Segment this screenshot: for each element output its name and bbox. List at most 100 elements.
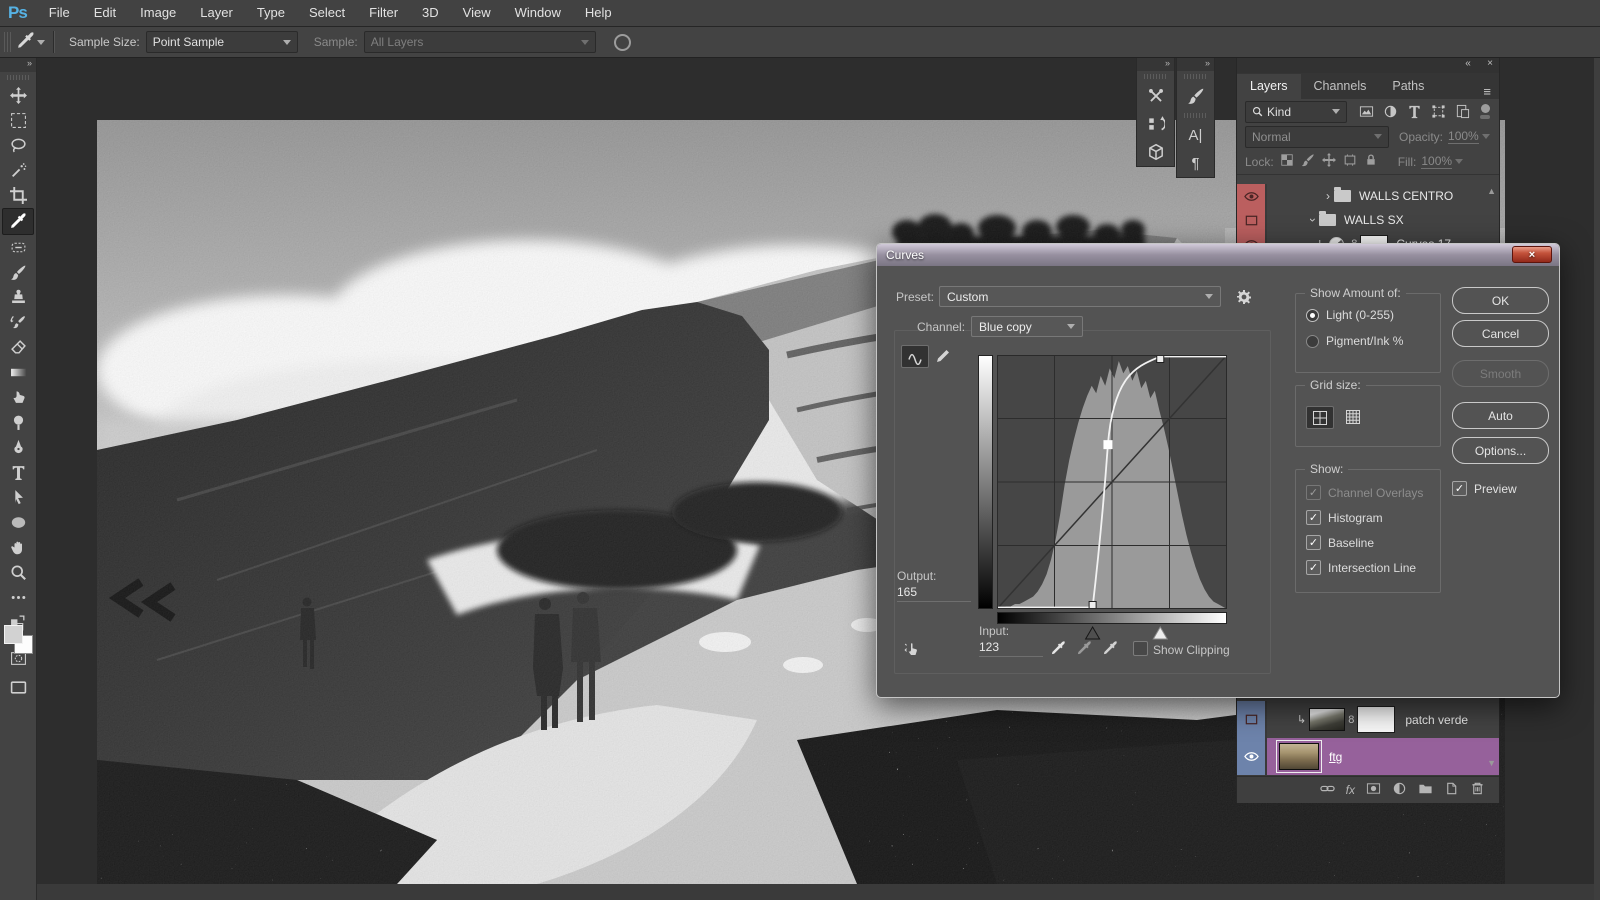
menu-item-select[interactable]: Select [297, 0, 357, 26]
layer-visibility-toggle[interactable] [1237, 208, 1267, 232]
grid-fine-button[interactable] [1340, 406, 1366, 427]
brush-settings-icon[interactable] [1177, 82, 1214, 110]
output-value[interactable]: 165 [897, 585, 971, 602]
eyedropper-icon[interactable] [17, 32, 37, 52]
preview-checkbox[interactable]: ✓ [1452, 481, 1467, 496]
paragraph-panel-icon[interactable]: ¶ [1177, 149, 1214, 177]
menu-item-file[interactable]: File [37, 0, 82, 26]
brush-tool[interactable] [3, 260, 33, 285]
layer-thumbnail[interactable] [1309, 708, 1345, 731]
smartobject-filter-icon[interactable] [1451, 102, 1474, 121]
move-tool[interactable] [3, 83, 33, 108]
type-tool[interactable] [3, 460, 33, 485]
show-clipping-checkbox[interactable] [1133, 641, 1148, 656]
input-value[interactable]: 123 [979, 640, 1043, 657]
curves-graph[interactable] [997, 355, 1227, 609]
checkbox-intersection-line[interactable]: ✓ [1306, 560, 1321, 575]
checkbox-histogram[interactable]: ✓ [1306, 510, 1321, 525]
collapse-panel-icon[interactable]: « [1465, 58, 1473, 69]
layer-visibility-toggle[interactable] [1237, 738, 1267, 775]
channel-select[interactable]: Blue copy [971, 316, 1083, 337]
layer-row-ftg[interactable]: ftg [1237, 738, 1499, 776]
radio-pigment/ink[interactable] [1306, 335, 1319, 348]
layer-name[interactable]: WALLS CENTRO [1359, 189, 1453, 203]
pixel-filter-icon[interactable] [1355, 102, 1378, 121]
tool-presets-icon[interactable] [1137, 82, 1174, 110]
layer-visibility-toggle[interactable] [1237, 184, 1267, 208]
sampling-ring-icon[interactable] [614, 34, 631, 51]
close-dialog-button[interactable]: × [1512, 246, 1552, 263]
filter-toggle-icon[interactable] [1479, 104, 1491, 119]
new-group-icon[interactable] [1418, 781, 1433, 799]
layer-row-walls-sx[interactable]: ›WALLS SX [1237, 208, 1499, 233]
spot-healing-brush-tool[interactable] [3, 235, 33, 260]
menu-item-image[interactable]: Image [128, 0, 188, 26]
sample-size-select[interactable]: Point Sample [146, 31, 298, 53]
history-icon[interactable] [1137, 110, 1174, 138]
checkbox-baseline[interactable]: ✓ [1306, 535, 1321, 550]
lock-paint-icon[interactable] [1301, 153, 1315, 170]
layer-name[interactable]: ftg [1329, 750, 1342, 764]
menu-item-view[interactable]: View [451, 0, 503, 26]
clone-stamp-tool[interactable] [3, 285, 33, 310]
lock-position-icon[interactable] [1322, 153, 1336, 170]
grid-coarse-button[interactable] [1306, 406, 1334, 429]
eraser-tool[interactable] [3, 335, 33, 360]
blend-mode-select[interactable]: Normal [1245, 126, 1389, 148]
menu-item-help[interactable]: Help [573, 0, 624, 26]
targeted-adjustment-icon[interactable] [899, 638, 925, 659]
black-point-eyedropper-icon[interactable] [1047, 638, 1069, 658]
gradient-tool[interactable] [3, 360, 33, 385]
fill-value[interactable]: 100% [1421, 154, 1452, 169]
more-tools[interactable] [3, 585, 33, 610]
lock-artboard-icon[interactable] [1343, 153, 1357, 170]
screen-mode-icon[interactable] [3, 675, 33, 700]
type-filter-icon[interactable] [1403, 102, 1426, 121]
scroll-down-icon[interactable]: ▼ [1487, 758, 1496, 768]
menu-item-filter[interactable]: Filter [357, 0, 410, 26]
mask-link-icon[interactable]: 8 [1348, 714, 1354, 726]
tab-channels[interactable]: Channels [1301, 74, 1380, 99]
character-panel-icon[interactable]: A| [1177, 121, 1214, 149]
smooth-button[interactable]: Smooth [1452, 360, 1549, 387]
link-icon[interactable] [1320, 781, 1335, 799]
fx-icon[interactable]: fx [1346, 783, 1355, 797]
gray-point-eyedropper-icon[interactable] [1073, 638, 1095, 658]
smudge-tool[interactable] [3, 385, 33, 410]
layer-row-patch-verde[interactable]: ↳8patch verde [1237, 701, 1499, 739]
foreground-color-swatch[interactable] [4, 625, 23, 644]
lock-all-icon[interactable] [1364, 153, 1378, 170]
cancel-button[interactable]: Cancel [1452, 320, 1549, 347]
add-mask-icon[interactable] [1366, 781, 1381, 799]
panel-menu-icon[interactable]: ≡ [1475, 84, 1499, 99]
hand-tool[interactable] [3, 535, 33, 560]
checkbox-channel-overlays[interactable]: ✓ [1306, 485, 1321, 500]
panel-expand[interactable]: » [1177, 58, 1214, 71]
history-brush-tool[interactable] [3, 310, 33, 335]
tool-preset-caret-icon[interactable] [37, 40, 45, 49]
tab-layers[interactable]: Layers [1237, 74, 1301, 99]
chevron-down-icon[interactable]: › [1306, 218, 1320, 222]
layer-visibility-toggle[interactable] [1237, 701, 1267, 738]
layer-mask-thumbnail[interactable] [1357, 706, 1395, 733]
ok-button[interactable]: OK [1452, 287, 1549, 314]
highlight-input-slider[interactable] [1153, 627, 1167, 639]
pen-tool[interactable] [3, 435, 33, 460]
white-point-eyedropper-icon[interactable] [1099, 638, 1121, 658]
menu-item-edit[interactable]: Edit [82, 0, 128, 26]
dialog-titlebar[interactable]: Curves × [877, 244, 1559, 266]
filter-kind-select[interactable]: Kind [1245, 101, 1347, 123]
layer-thumbnail[interactable] [1279, 743, 1319, 770]
layer-name[interactable]: patch verde [1405, 713, 1468, 727]
panel-expand[interactable]: » [1137, 58, 1174, 71]
menu-item-3d[interactable]: 3D [410, 0, 451, 26]
delete-layer-icon[interactable] [1470, 781, 1485, 799]
zoom-tool[interactable] [3, 560, 33, 585]
lock-transparent-icon[interactable] [1280, 153, 1294, 170]
adjustment-icon[interactable] [1392, 781, 1407, 799]
options-button[interactable]: Options... [1452, 437, 1549, 464]
new-layer-icon[interactable] [1444, 781, 1459, 799]
3d-icon[interactable] [1137, 138, 1174, 166]
quick-selection-tool[interactable] [3, 158, 33, 183]
auto-button[interactable]: Auto [1452, 402, 1549, 429]
